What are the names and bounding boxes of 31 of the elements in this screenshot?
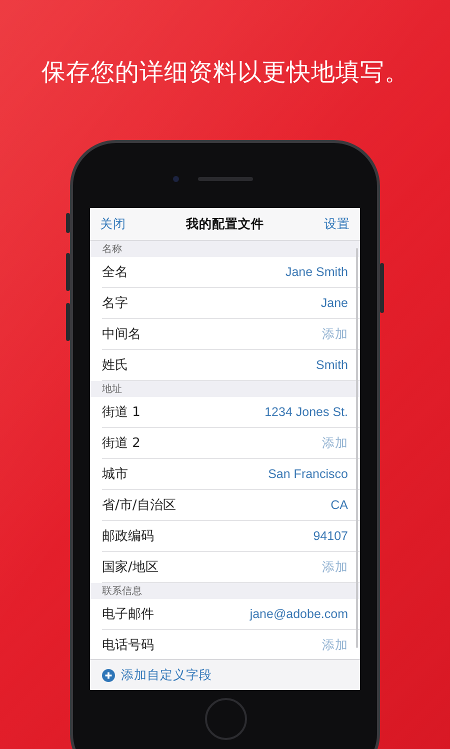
section-header: 名称 — [101, 243, 123, 257]
field-value[interactable]: Jane Smith — [285, 265, 348, 279]
settings-button[interactable]: 设置 — [324, 216, 350, 232]
field-value[interactable]: Jane — [320, 296, 348, 310]
field-value[interactable]: 94107 — [313, 529, 348, 543]
field-label: 城市 — [102, 466, 128, 483]
field-label: 全名 — [102, 264, 128, 281]
close-button[interactable]: 关闭 — [100, 216, 126, 232]
field-label: 中间名 — [102, 326, 141, 343]
screen-title: 我的配置文件 — [186, 216, 264, 232]
home-button[interactable] — [205, 698, 247, 740]
field-label: 电子邮件 — [102, 606, 154, 623]
field-label: 街道 1 — [102, 404, 140, 421]
field-value[interactable]: Smith — [316, 358, 348, 372]
field-value[interactable]: CA — [330, 498, 348, 512]
section-header: 地址 — [101, 382, 123, 397]
field-label: 省/市/自治区 — [102, 497, 176, 514]
field-label: 国家/地区 — [102, 559, 158, 576]
field-value[interactable]: San Francisco — [268, 467, 348, 481]
field-value[interactable]: 1234 Jones St. — [264, 405, 348, 419]
camera-icon — [173, 176, 179, 182]
field-label: 邮政编码 — [102, 528, 154, 545]
section-header: 联系信息 — [101, 584, 143, 599]
plus-circle-icon — [102, 668, 115, 682]
field-label: 姓氏 — [102, 357, 128, 374]
add-custom-field-button[interactable]: 添加自定义字段 — [102, 666, 212, 684]
headline: 保存您的详细资料以更快地填写。 — [41, 57, 409, 88]
field-value[interactable]: jane@adobe.com — [250, 607, 348, 621]
field-label: 街道 2 — [102, 435, 140, 452]
field-label: 名字 — [102, 295, 128, 312]
field-label: 电话号码 — [102, 637, 154, 654]
